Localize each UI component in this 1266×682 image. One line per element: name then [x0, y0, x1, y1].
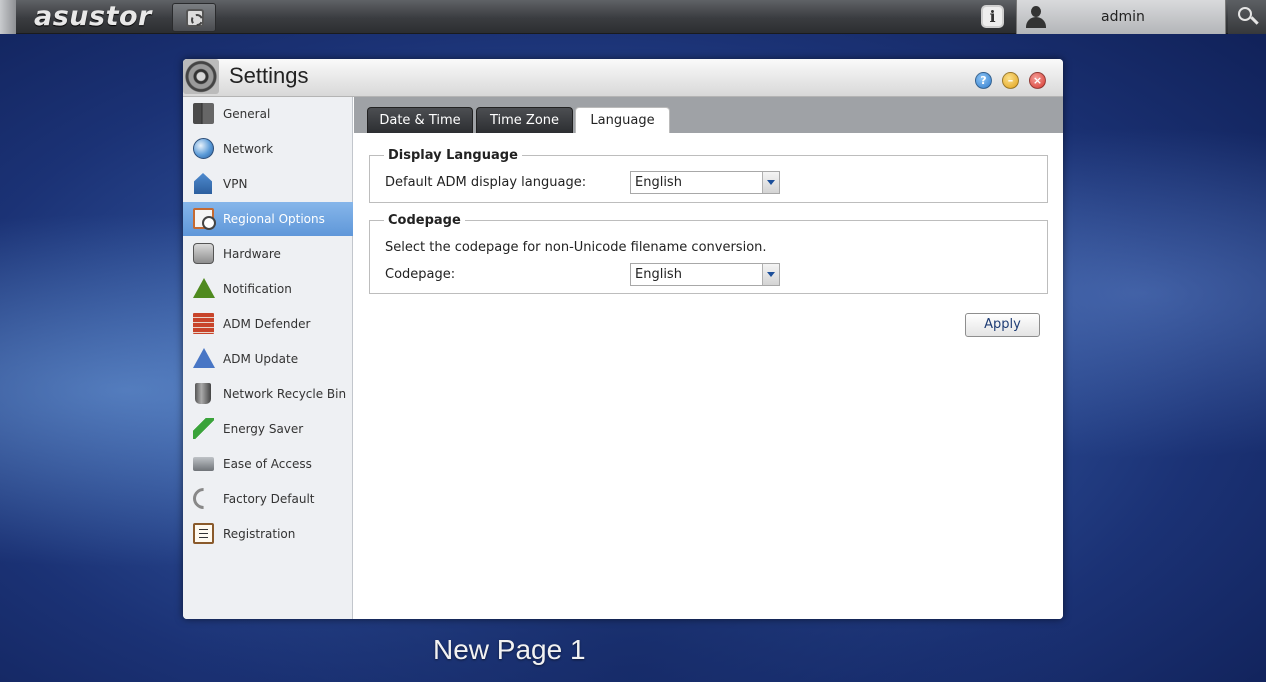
sidebar-item-label: Hardware — [223, 247, 281, 261]
codepage-select[interactable]: English — [630, 263, 780, 286]
username-label: admin — [1101, 9, 1145, 25]
taskbar-edge — [0, 0, 16, 34]
chevron-down-icon — [762, 172, 779, 193]
sidebar-item-ease-of-access[interactable]: Ease of Access — [183, 447, 353, 481]
codepage-legend: Codepage — [388, 213, 461, 228]
adm-defender-icon — [193, 313, 214, 334]
sidebar-item-energy-saver[interactable]: Energy Saver — [183, 412, 353, 446]
sidebar-item-adm-update[interactable]: ADM Update — [183, 342, 353, 376]
user-menu[interactable]: admin — [1016, 0, 1226, 34]
chevron-down-icon — [762, 264, 779, 285]
hardware-icon — [193, 243, 214, 264]
sidebar-item-factory-default[interactable]: Factory Default — [183, 482, 353, 516]
sidebar-item-label: Ease of Access — [223, 457, 312, 471]
window-titlebar[interactable]: Settings ? – × — [183, 59, 1063, 97]
sidebar-item-notification[interactable]: Notification — [183, 272, 353, 306]
close-button[interactable]: × — [1029, 72, 1046, 89]
registration-icon — [193, 523, 214, 544]
settings-window: Settings ? – × General Network VPN Regio… — [183, 59, 1063, 619]
sidebar-item-label: Energy Saver — [223, 422, 304, 436]
sidebar-item-general[interactable]: General — [183, 97, 353, 131]
display-language-select[interactable]: English — [630, 171, 780, 194]
notification-icon — [193, 278, 215, 298]
display-language-label: Default ADM display language: — [385, 175, 587, 190]
sidebar-item-label: Regional Options — [223, 212, 325, 226]
general-icon — [193, 103, 214, 124]
sidebar-item-label: ADM Update — [223, 352, 299, 366]
factory-default-icon — [188, 483, 219, 514]
sidebar-item-vpn[interactable]: VPN — [183, 167, 353, 201]
energy-saver-icon — [193, 418, 214, 439]
adm-update-icon — [193, 348, 215, 368]
search-button[interactable] — [1228, 0, 1266, 34]
display-language-value: English — [635, 175, 682, 190]
tab-language[interactable]: Language — [575, 107, 670, 133]
sidebar-item-label: VPN — [223, 177, 248, 191]
sidebar-item-label: Network Recycle Bin — [223, 387, 347, 401]
settings-gear-icon — [186, 9, 204, 27]
regional-options-icon — [193, 208, 216, 230]
codepage-value: English — [635, 267, 682, 282]
recycle-bin-icon — [195, 383, 211, 404]
settings-sidebar: General Network VPN Regional Options Har… — [183, 97, 353, 619]
language-panel: Display Language Default ADM display lan… — [354, 133, 1063, 619]
user-avatar-icon — [1025, 5, 1047, 29]
settings-app-button[interactable] — [172, 3, 216, 32]
ease-of-access-icon — [193, 457, 214, 471]
sidebar-item-label: Notification — [223, 282, 292, 296]
network-icon — [193, 138, 214, 159]
sidebar-item-network[interactable]: Network — [183, 132, 353, 166]
help-button[interactable]: ? — [975, 72, 992, 89]
taskbar: asustor i admin — [0, 0, 1266, 34]
tab-date-time[interactable]: Date & Time — [367, 107, 473, 133]
sidebar-item-label: Factory Default — [223, 492, 315, 506]
apply-button[interactable]: Apply — [965, 313, 1040, 337]
minimize-button[interactable]: – — [1002, 72, 1019, 89]
sidebar-item-label: Network — [223, 142, 274, 156]
sidebar-item-registration[interactable]: Registration — [183, 517, 353, 551]
sidebar-item-adm-defender[interactable]: ADM Defender — [183, 307, 353, 341]
desktop-page-label: New Page 1 — [433, 634, 586, 665]
sidebar-item-label: ADM Defender — [223, 317, 311, 331]
brand-logo: asustor — [34, 1, 152, 32]
codepage-label: Codepage: — [385, 267, 456, 282]
sidebar-item-label: General — [223, 107, 271, 121]
settings-app-icon — [183, 59, 219, 94]
sidebar-item-hardware[interactable]: Hardware — [183, 237, 353, 271]
tab-time-zone[interactable]: Time Zone — [476, 107, 573, 133]
codepage-description: Select the codepage for non-Unicode file… — [385, 240, 767, 255]
window-title: Settings — [229, 63, 309, 88]
vpn-icon — [194, 173, 212, 194]
display-language-legend: Display Language — [388, 148, 518, 163]
sidebar-item-regional-options[interactable]: Regional Options — [183, 202, 353, 236]
tab-bar: Date & Time Time Zone Language — [354, 97, 1063, 133]
sidebar-item-label: Registration — [223, 527, 296, 541]
sidebar-item-network-recycle-bin[interactable]: Network Recycle Bin — [183, 377, 353, 411]
info-icon[interactable]: i — [981, 5, 1004, 28]
